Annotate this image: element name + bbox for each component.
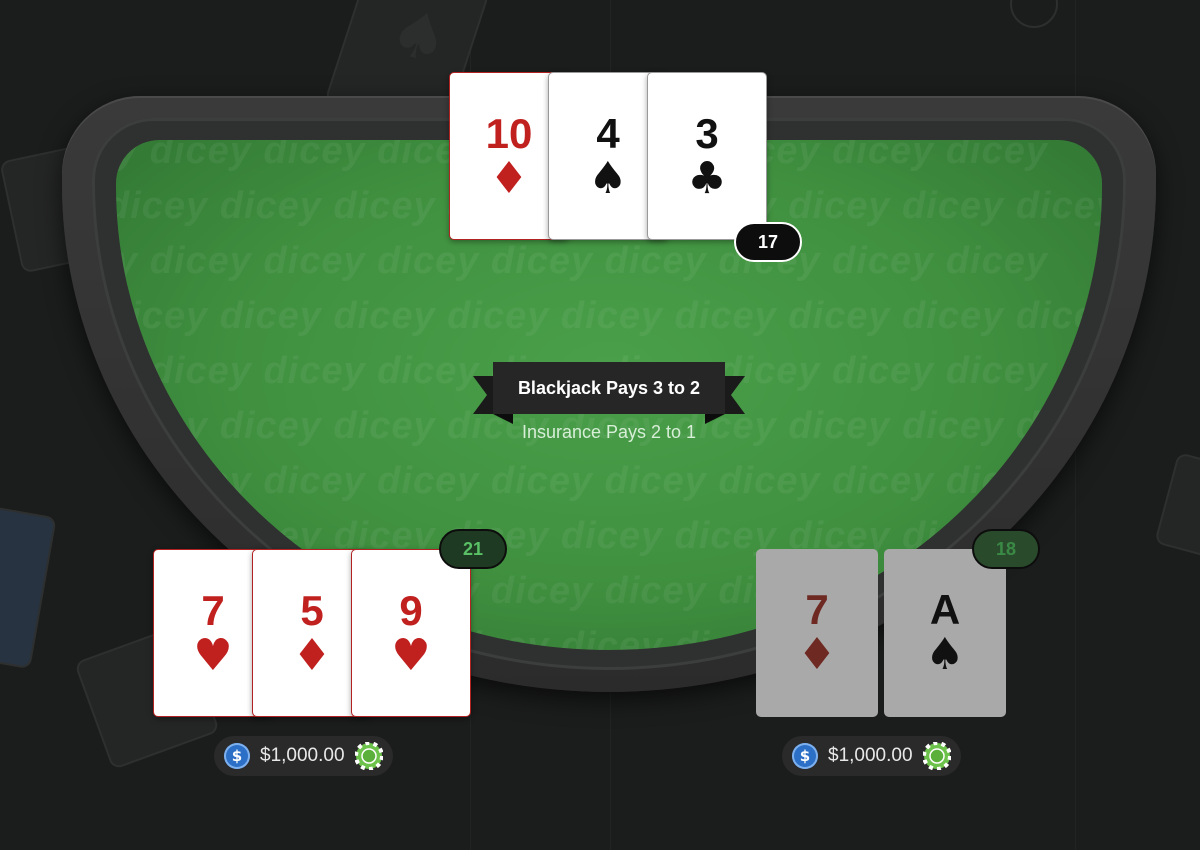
player-balance: $ $1,000.00 — [782, 736, 961, 776]
player-card: 9 ♥ — [351, 549, 471, 717]
watermark-row: dicey dicey dicey dicey dicey dicey dice… — [116, 460, 1048, 502]
player-score-badge: 21 — [439, 529, 507, 569]
usdc-coin-icon: $ — [792, 743, 818, 769]
card-rank: 9 — [399, 587, 423, 634]
diamond-icon: ♦ — [292, 630, 332, 681]
card-rank: 4 — [596, 110, 620, 157]
player-card: 7 ♦ — [756, 549, 878, 717]
watermark-row: dicey dicey dicey dicey dicey dicey dice… — [116, 240, 1048, 282]
card-rank: 10 — [485, 110, 533, 157]
balance-amount: $1,000.00 — [260, 745, 345, 766]
player-card: A ♠ — [884, 549, 1006, 717]
player-score-badge: 18 — [972, 529, 1040, 569]
poker-chip-icon — [922, 742, 951, 770]
card-rank: 7 — [201, 587, 225, 634]
player-balance: $ $1,000.00 — [214, 736, 393, 776]
background-card — [1154, 452, 1200, 562]
heart-icon: ♥ — [391, 630, 431, 681]
usdc-coin-icon: $ — [224, 743, 250, 769]
heart-icon: ♥ — [193, 630, 233, 681]
card-rank: A — [929, 586, 961, 633]
spade-icon: ♠ — [588, 153, 628, 204]
club-icon: ♣ — [687, 153, 727, 204]
spade-icon: ♠ — [380, 0, 458, 82]
watermark-row: dicey dicey dicey dicey dicey dicey dice… — [116, 295, 1102, 337]
banner-subtitle: Insurance Pays 2 to 1 — [521, 422, 697, 442]
banner-title: Blackjack Pays 3 to 2 — [517, 378, 701, 398]
balance-amount: $1,000.00 — [828, 745, 913, 766]
poker-chip-icon — [354, 742, 383, 770]
spade-icon: ♠ — [925, 629, 965, 680]
dealer-score-badge: 17 — [734, 222, 802, 262]
diamond-icon: ♦ — [489, 153, 529, 204]
diamond-icon: ♦ — [797, 629, 837, 680]
card-rank: 5 — [300, 587, 324, 634]
dealer-card: 3 ♣ — [647, 72, 767, 240]
card-rank: 3 — [695, 110, 719, 157]
background-card — [0, 504, 57, 670]
card-rank: 7 — [805, 586, 829, 633]
background-chip — [1010, 0, 1058, 28]
